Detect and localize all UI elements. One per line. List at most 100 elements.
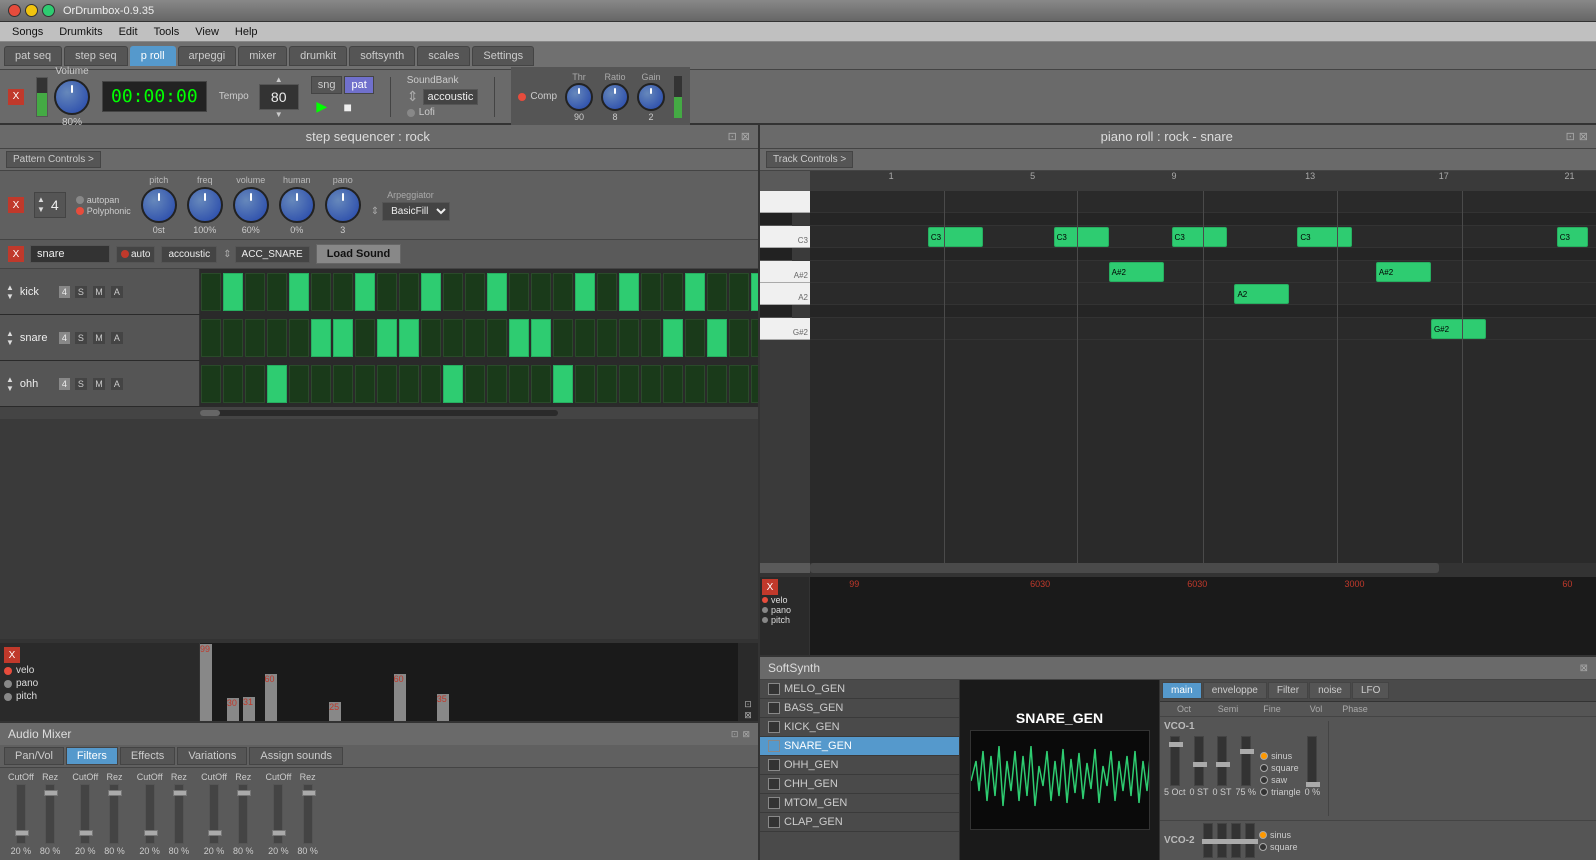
snare-checkbox[interactable]	[768, 740, 780, 752]
snare-beat-24[interactable]	[729, 319, 749, 357]
mixer-collapse[interactable]: ⊠	[742, 729, 750, 740]
vco1-phase-slider[interactable]	[1307, 736, 1317, 786]
pat-button[interactable]: pat	[344, 76, 373, 94]
kick-beat-11[interactable]	[443, 273, 463, 311]
synth-item-melo[interactable]: MELO_GEN	[760, 680, 959, 699]
minimize-button[interactable]	[25, 4, 38, 17]
wave-triangle[interactable]: triangle	[1260, 787, 1301, 797]
snare-up[interactable]: ▲	[6, 329, 14, 338]
tab-p-roll[interactable]: p roll	[130, 46, 176, 66]
stop-button[interactable]: ■	[337, 96, 359, 118]
vco1-oct-slider[interactable]	[1170, 736, 1180, 786]
ohh-beat-20[interactable]	[641, 365, 661, 403]
note-c3-3[interactable]: C3	[1172, 227, 1227, 247]
snare-beat-10[interactable]	[421, 319, 441, 357]
synth-item-snare[interactable]: SNARE_GEN	[760, 737, 959, 756]
ohh-beat-0[interactable]	[201, 365, 221, 403]
kick-beat-17[interactable]	[575, 273, 595, 311]
key-B2[interactable]	[760, 248, 792, 261]
rez-fader-3[interactable]	[238, 784, 248, 844]
cutoff-fader-2[interactable]	[145, 784, 155, 844]
tab-scales[interactable]: scales	[417, 46, 470, 66]
ohh-beat-5[interactable]	[311, 365, 331, 403]
mixer-tab-assign[interactable]: Assign sounds	[249, 747, 343, 765]
kick-beat-8[interactable]	[377, 273, 397, 311]
kick-beat-5[interactable]	[311, 273, 331, 311]
ohh-beat-7[interactable]	[355, 365, 375, 403]
snare-beat-11[interactable]	[443, 319, 463, 357]
sound-name-input[interactable]	[30, 245, 110, 263]
ohh-beat-9[interactable]	[399, 365, 419, 403]
thr-knob[interactable]	[565, 83, 593, 111]
rez-fader-2[interactable]	[174, 784, 184, 844]
kick-beat-3[interactable]	[267, 273, 287, 311]
ohh-beat-21[interactable]	[663, 365, 683, 403]
tab-pat-seq[interactable]: pat seq	[4, 46, 62, 66]
ohh-beat-3[interactable]	[267, 365, 287, 403]
snare-down[interactable]: ▼	[6, 338, 14, 347]
vel-collapse-icon[interactable]: ⊠	[738, 710, 758, 721]
beat-up-arrow[interactable]: ▲	[37, 195, 45, 205]
ohh-beat-11[interactable]	[443, 365, 463, 403]
kick-beat-10[interactable]	[421, 273, 441, 311]
bass-checkbox[interactable]	[768, 702, 780, 714]
cutoff-fader-1[interactable]	[80, 784, 90, 844]
ohh-beat-1[interactable]	[223, 365, 243, 403]
vco1-semi-slider[interactable]	[1194, 736, 1204, 786]
vel-right-x[interactable]: X	[762, 579, 778, 595]
ohh-m[interactable]: M	[92, 377, 106, 391]
menu-edit[interactable]: Edit	[111, 22, 146, 41]
vco1-fine-slider[interactable]	[1217, 736, 1227, 786]
snare-beat-6[interactable]	[333, 319, 353, 357]
synth-item-clap[interactable]: CLAP_GEN	[760, 813, 959, 832]
track-controls-button[interactable]: Track Controls >	[766, 151, 853, 168]
arp-select[interactable]: BasicFill	[382, 202, 450, 221]
wave-saw-radio[interactable]	[1260, 776, 1268, 784]
note-as2-2[interactable]: A#2	[1376, 262, 1431, 282]
grid-scrollbar[interactable]	[0, 407, 758, 419]
wave-triangle-radio[interactable]	[1260, 788, 1268, 796]
kick-beat-7[interactable]	[355, 273, 375, 311]
snare-beat-1[interactable]	[223, 319, 243, 357]
ohh-beat-15[interactable]	[531, 365, 551, 403]
snare-beat-7[interactable]	[355, 319, 375, 357]
pitch-knob[interactable]	[141, 187, 177, 223]
kick-beat-16[interactable]	[553, 273, 573, 311]
wave-sinus[interactable]: sinus	[1260, 751, 1301, 761]
tab-drumkit[interactable]: drumkit	[289, 46, 347, 66]
volume-knob[interactable]	[54, 79, 90, 115]
vco2-wave-sinus[interactable]: sinus	[1259, 830, 1298, 840]
kick-beat-14[interactable]	[509, 273, 529, 311]
tempo-value[interactable]: 80	[259, 84, 299, 110]
roll-scrollbar[interactable]	[810, 563, 1596, 573]
auto-button[interactable]: auto	[116, 246, 155, 263]
mixer-expand[interactable]: ⊡	[731, 729, 739, 740]
vco2-oct-slider[interactable]	[1203, 823, 1213, 858]
vco2-vol-slider[interactable]	[1245, 823, 1255, 858]
note-c3-2[interactable]: C3	[1054, 227, 1109, 247]
ohh-beat-6[interactable]	[333, 365, 353, 403]
snare-m[interactable]: M	[92, 331, 106, 345]
vco2-wave-square[interactable]: square	[1259, 842, 1298, 852]
step-seq-collapse[interactable]: ⊠	[741, 130, 750, 143]
snare-beat-13[interactable]	[487, 319, 507, 357]
sound-x-button[interactable]: X	[8, 246, 24, 262]
note-c3-5[interactable]: C3	[1557, 227, 1588, 247]
snare-a[interactable]: A	[110, 331, 124, 345]
note-gs2-1[interactable]: G#2	[1431, 319, 1486, 339]
maximize-button[interactable]	[42, 4, 55, 17]
roll-collapse[interactable]: ⊠	[1579, 130, 1588, 143]
snare-beat-25[interactable]	[751, 319, 758, 357]
kick-beat-22[interactable]	[685, 273, 705, 311]
ohh-beat-17[interactable]	[575, 365, 595, 403]
synth-item-kick[interactable]: KICK_GEN	[760, 718, 959, 737]
kick-beat-18[interactable]	[597, 273, 617, 311]
note-c3-1[interactable]: C3	[928, 227, 983, 247]
snare-beat-15[interactable]	[531, 319, 551, 357]
param-tab-env[interactable]: enveloppe	[1203, 682, 1267, 699]
snare-beat-8[interactable]	[377, 319, 397, 357]
param-tab-lfo[interactable]: LFO	[1352, 682, 1389, 699]
snare-beat-22[interactable]	[685, 319, 705, 357]
note-c3-4[interactable]: C3	[1297, 227, 1352, 247]
key-Cs3[interactable]	[760, 213, 792, 226]
